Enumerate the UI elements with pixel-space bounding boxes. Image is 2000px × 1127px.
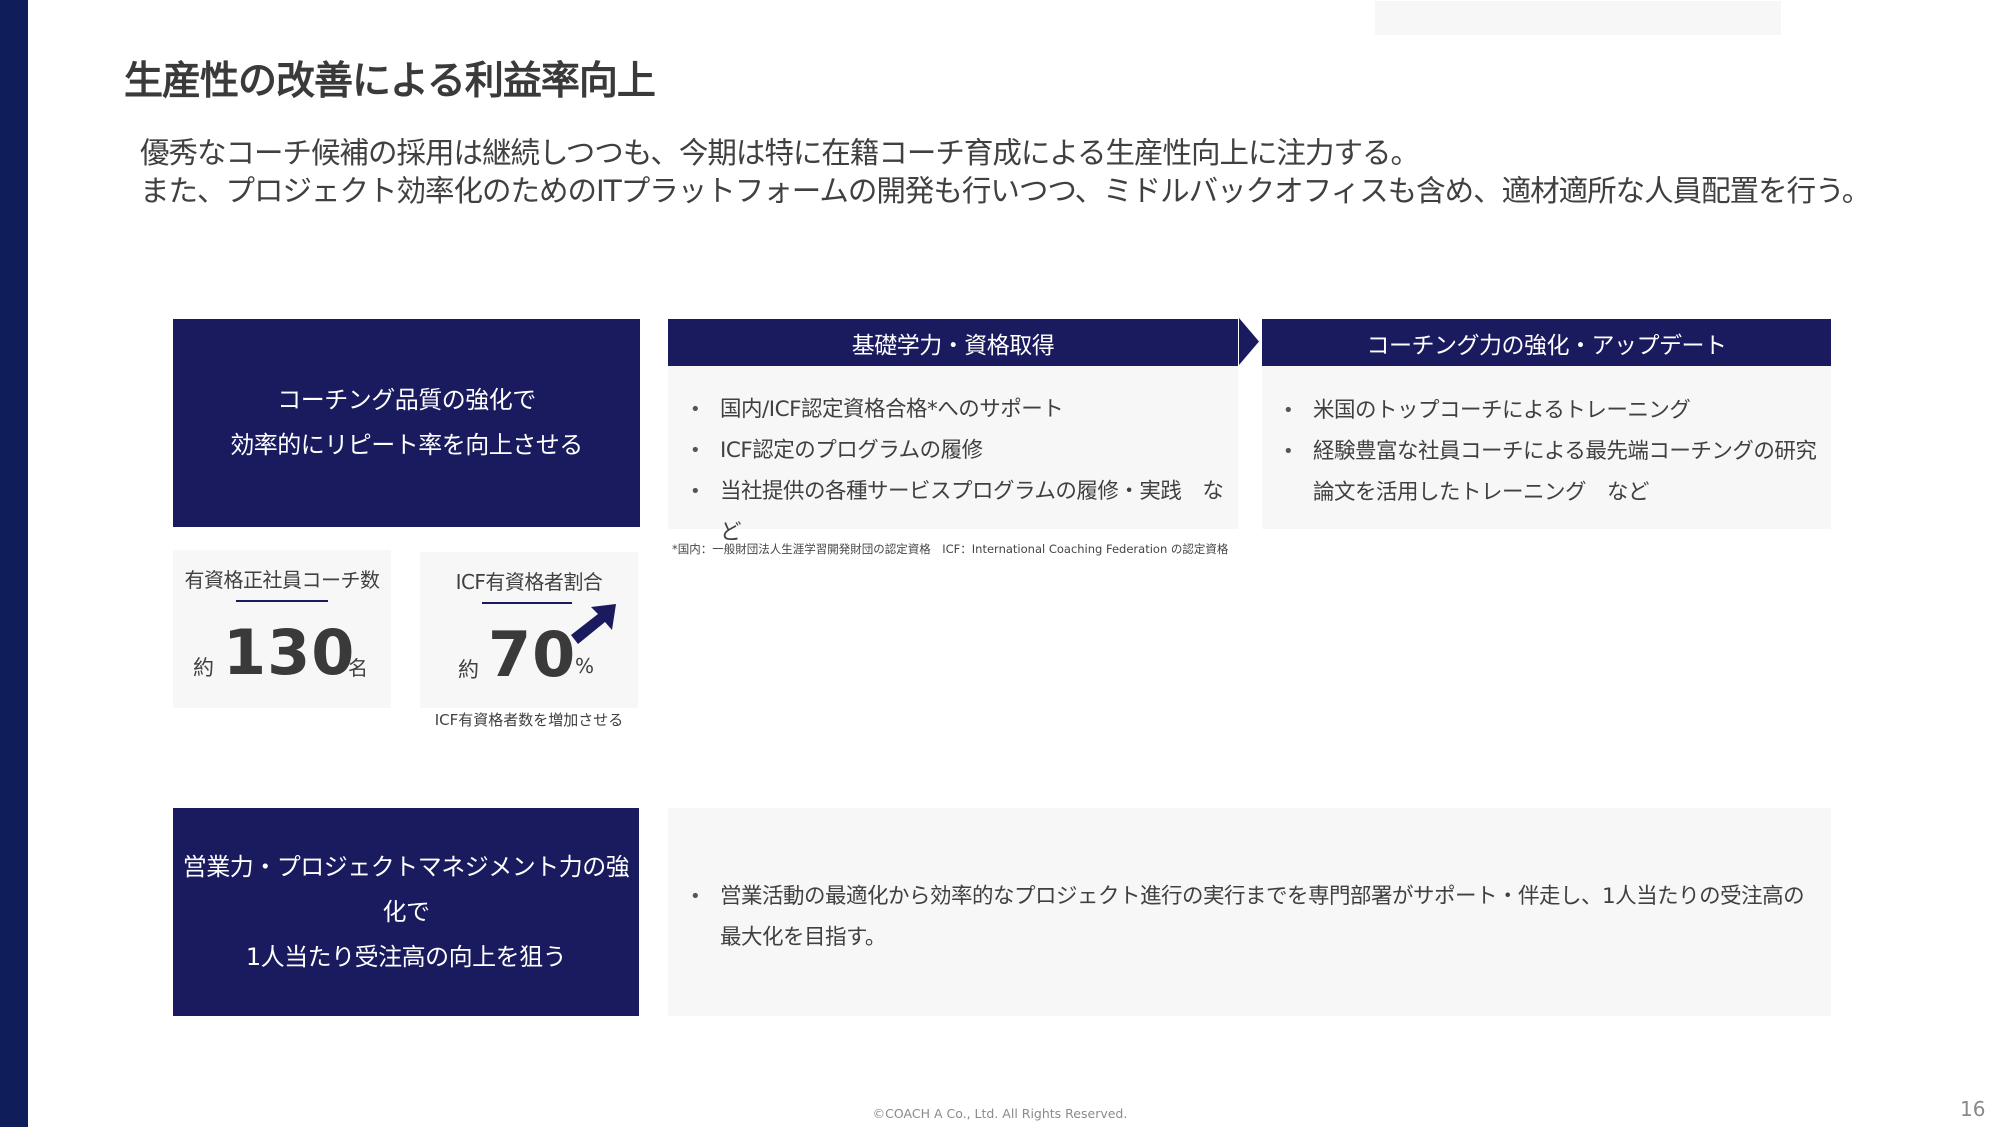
stat-prefix: 約 — [458, 658, 479, 682]
list-item: 営業活動の最適化から効率的なプロジェクト進行の実行までを専門部署がサポート・伴走… — [688, 876, 1818, 958]
list-item-continuation: 論文を活用したトレーニング など — [1281, 472, 1826, 513]
stat-card-coaches: 有資格正社員コーチ数 約 130 名 — [173, 550, 391, 708]
stat-underline — [482, 602, 572, 604]
coaching-quality-heading-line-2: 効率的にリピート率を向上させる — [230, 431, 583, 459]
step-1-list: 国内/ICF認定資格合格*へのサポート ICF認定のプログラムの履修 当社提供の… — [688, 389, 1233, 553]
stat-value: 130 — [223, 616, 356, 689]
step-2-header: コーチング力の強化・アップデート — [1262, 319, 1831, 366]
stats-caption: ICF有資格者数を増加させる — [434, 711, 624, 729]
sales-pm-heading-line-1: 営業力・プロジェクトマネジメント力の強化で — [182, 852, 630, 926]
step-1-title: 基礎学力・資格取得 — [851, 332, 1055, 359]
slide-title: 生産性の改善による利益率向上 — [124, 59, 656, 104]
copyright: ©COACH A Co., Ltd. All Rights Reserved. — [872, 1106, 1128, 1121]
step-2-list: 米国のトップコーチによるトレーニング 経験豊富な社員コーチによる最先端コーチング… — [1281, 390, 1826, 513]
step-arrow-icon — [1239, 318, 1259, 365]
stat-card-icf-ratio: ICF有資格者割合 約 70 % — [420, 552, 638, 708]
list-item-continuation-text: 論文を活用したトレーニング など — [1313, 480, 1650, 505]
stat-unit: 名 — [348, 656, 368, 680]
stat-label: 有資格正社員コーチ数 — [184, 568, 381, 592]
sales-pm-list-wrap: 営業活動の最適化から効率的なプロジェクト進行の実行までを専門部署がサポート・伴走… — [688, 876, 1818, 958]
list-item: 米国のトップコーチによるトレーニング — [1281, 390, 1826, 431]
coaching-quality-heading-line-1: コーチング品質の強化で — [277, 386, 536, 414]
sales-pm-list: 営業活動の最適化から効率的なプロジェクト進行の実行までを専門部署がサポート・伴走… — [688, 876, 1818, 958]
stat-unit: % — [575, 654, 595, 678]
coaching-quality-heading-box: コーチング品質の強化で 効率的にリピート率を向上させる — [173, 319, 640, 527]
lead-line-1: 優秀なコーチ候補の採用は継続しつつも、今期は特に在籍コーチ育成による生産性向上に… — [140, 136, 1420, 170]
list-item: 経験豊富な社員コーチによる最先端コーチングの研究 — [1281, 431, 1826, 472]
sales-pm-heading-line-2: 1人当たり受注高の向上を狙う — [245, 942, 567, 971]
left-accent-bar — [0, 0, 28, 1127]
lead-text: 優秀なコーチ候補の採用は継続しつつも、今期は特に在籍コーチ育成による生産性向上に… — [140, 134, 1871, 210]
stat-label: ICF有資格者割合 — [455, 570, 603, 594]
lead-line-2: また、プロジェクト効率化のためのITプラットフォームの開発も行いつつ、ミドルバッ… — [140, 174, 1871, 208]
stat-prefix: 約 — [193, 656, 214, 680]
stat-underline — [236, 600, 328, 602]
list-item: 国内/ICF認定資格合格*へのサポート — [688, 389, 1233, 430]
step-1-list-wrap: 国内/ICF認定資格合格*へのサポート ICF認定のプログラムの履修 当社提供の… — [688, 389, 1233, 553]
header-placeholder-box — [1375, 1, 1781, 35]
sales-pm-heading-box: 営業力・プロジェクトマネジメント力の強化で 1人当たり受注高の向上を狙う — [173, 808, 639, 1016]
page-number: 16 — [1960, 1097, 1986, 1121]
stat-value: 70 — [488, 618, 577, 691]
step-1-header: 基礎学力・資格取得 — [668, 319, 1238, 366]
list-item: ICF認定のプログラムの履修 — [688, 430, 1233, 471]
arrow-up-right-icon — [571, 604, 616, 644]
footnote: *国内：一般財団法人生涯学習開発財団の認定資格 ICF：Internationa… — [672, 542, 1229, 556]
step-2-list-wrap: 米国のトップコーチによるトレーニング 経験豊富な社員コーチによる最先端コーチング… — [1281, 390, 1826, 513]
step-2-title: コーチング力の強化・アップデート — [1366, 332, 1728, 359]
